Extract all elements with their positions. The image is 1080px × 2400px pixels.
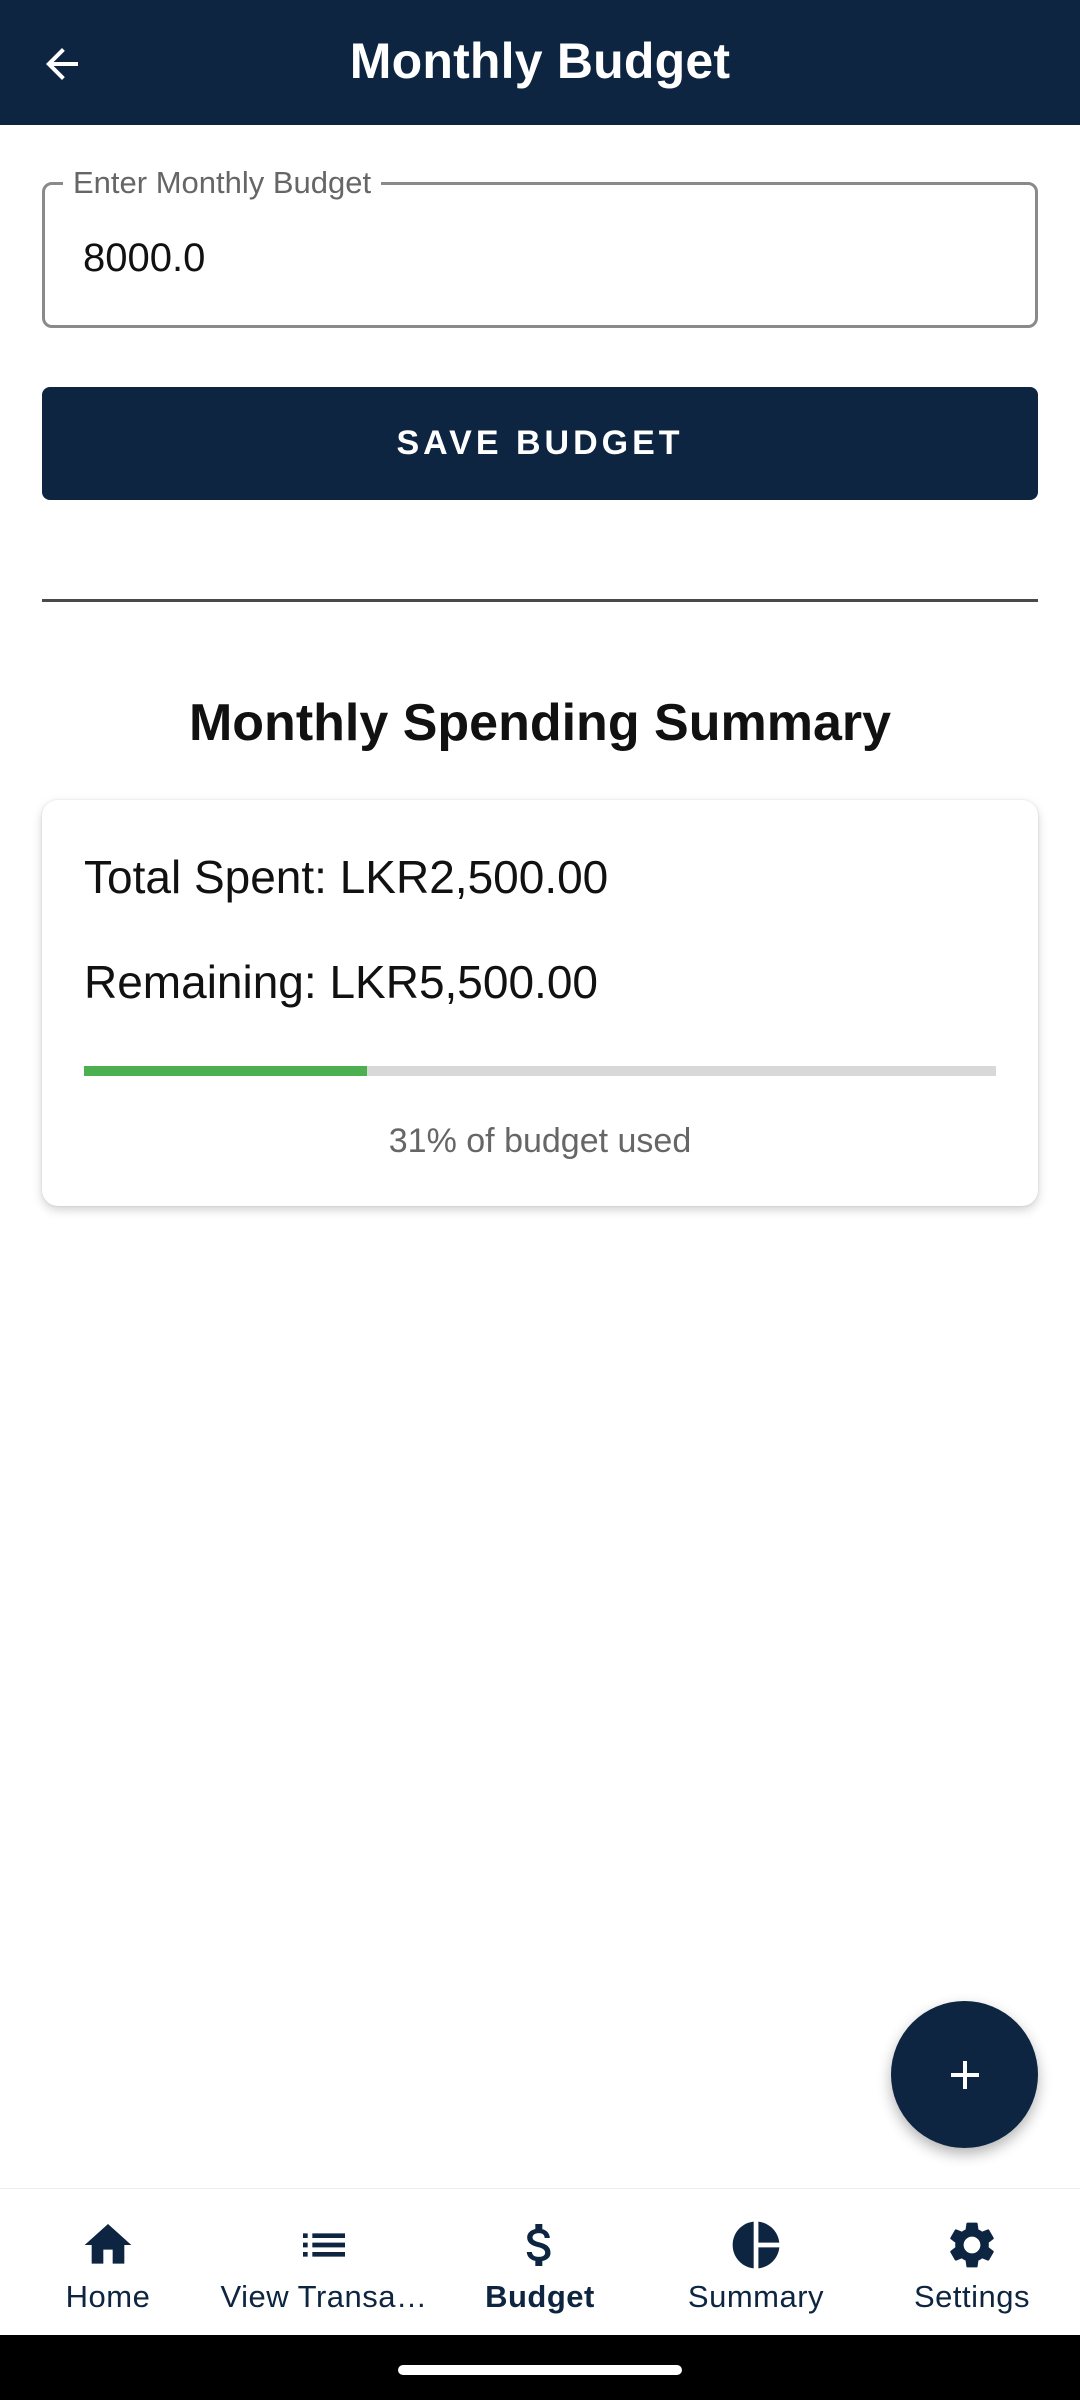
- remaining-text: Remaining: LKR5,500.00: [84, 956, 598, 1008]
- spending-summary-card: Total Spent: LKR2,500.00 Remaining: LKR5…: [42, 800, 1038, 1206]
- total-spent-text: Total Spent: LKR2,500.00: [84, 851, 609, 903]
- monthly-budget-field[interactable]: Enter Monthly Budget: [42, 163, 1038, 328]
- nav-label-settings: Settings: [913, 2279, 1030, 2314]
- app-bar: Monthly Budget: [0, 0, 1080, 125]
- nav-item-settings[interactable]: Settings: [864, 2189, 1080, 2336]
- gesture-handle[interactable]: [398, 2365, 682, 2375]
- monthly-budget-field-label: Enter Monthly Budget: [63, 163, 382, 203]
- nav-item-home[interactable]: Home: [0, 2189, 216, 2336]
- budget-progress-fill: [84, 1066, 367, 1076]
- budget-screen: Monthly Budget Enter Monthly Budget SAVE…: [0, 0, 1080, 2400]
- save-budget-button[interactable]: SAVE BUDGET: [42, 387, 1038, 500]
- add-icon: [950, 2060, 979, 2089]
- progress-caption: 31% of budget used: [388, 1122, 692, 1160]
- gear-icon: [950, 2222, 994, 2268]
- monthly-budget-input[interactable]: [83, 233, 983, 283]
- nav-label-home: Home: [65, 2279, 151, 2314]
- divider: [42, 599, 1038, 602]
- summary-title: Monthly Spending Summary: [188, 694, 892, 752]
- nav-item-summary[interactable]: Summary: [648, 2189, 864, 2336]
- bottom-navigation: Home View Transa… Budget Summary Setting…: [0, 2188, 1080, 2335]
- system-navigation-bar: [0, 2335, 1080, 2400]
- budget-progress-bar: [84, 1066, 996, 1076]
- nav-item-budget[interactable]: Budget: [432, 2189, 648, 2336]
- nav-item-view-transactions[interactable]: View Transa…: [216, 2189, 432, 2336]
- pie-chart-icon: [732, 2221, 780, 2269]
- nav-label-view-transactions: View Transa…: [220, 2279, 428, 2314]
- page-title: Monthly Budget: [349, 33, 731, 89]
- home-icon: [84, 2224, 132, 2264]
- add-transaction-fab[interactable]: [891, 2001, 1038, 2148]
- list-icon: [303, 2233, 345, 2257]
- dollar-icon: [526, 2224, 551, 2266]
- nav-label-budget: Budget: [485, 2279, 595, 2314]
- nav-label-summary: Summary: [687, 2279, 825, 2314]
